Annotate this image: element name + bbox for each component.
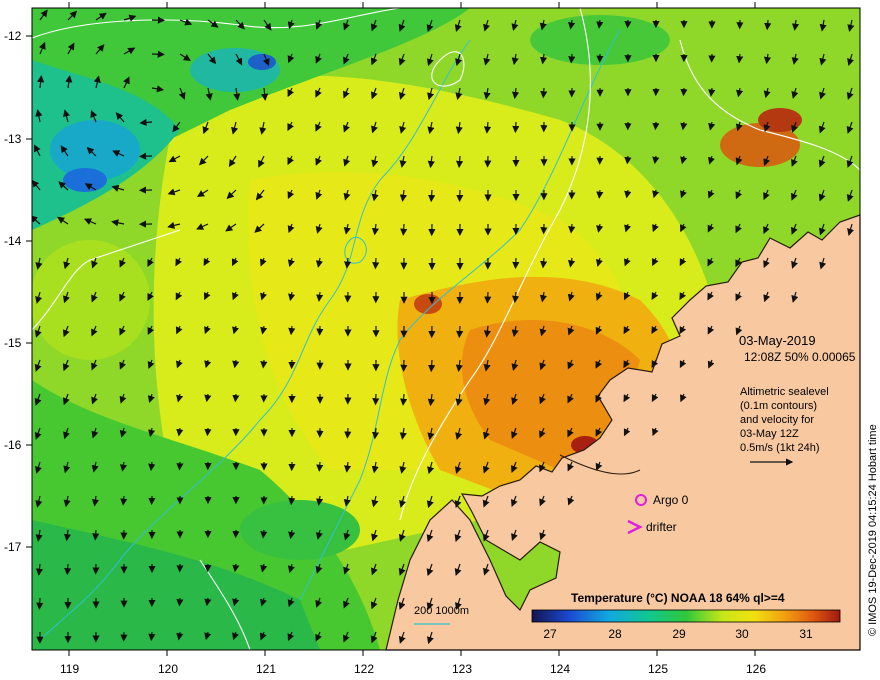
drifter-label: drifter xyxy=(646,520,677,534)
y-tick-label: -15 xyxy=(4,336,22,350)
velocity-arrow xyxy=(764,19,772,31)
velocity-arrow xyxy=(372,257,380,270)
y-tick-label: -13 xyxy=(4,132,22,146)
velocity-arrow xyxy=(568,53,576,64)
pass-info-label: 12:08Z 50% 0.00065 xyxy=(744,350,856,364)
x-tick-label: 119 xyxy=(60,662,80,676)
velocity-arrow xyxy=(680,87,688,97)
velocity-arrow xyxy=(151,50,165,58)
argo-label: Argo 0 xyxy=(653,493,689,507)
colorbar xyxy=(531,609,841,623)
bathymetry-legend-label: 200 1000m xyxy=(414,605,470,617)
colorbar-tick-label: 31 xyxy=(799,627,813,641)
y-tick-label: -14 xyxy=(4,234,22,248)
velocity-arrow xyxy=(652,121,660,131)
velocity-arrow xyxy=(540,87,548,99)
velocity-arrow xyxy=(36,597,44,610)
velocity-arrow xyxy=(316,461,324,472)
velocity-arrow xyxy=(400,223,408,236)
altimetry-line: 0.5m/s (1kt 24h) xyxy=(740,442,820,454)
altimetry-line: (0.1m contours) xyxy=(740,400,818,412)
x-tick-label: 123 xyxy=(452,662,473,676)
velocity-arrow xyxy=(92,529,100,541)
velocity-arrow xyxy=(148,631,156,642)
velocity-arrow xyxy=(484,291,492,304)
y-tick-label: -12 xyxy=(4,29,22,43)
x-tick-label: 126 xyxy=(746,662,767,676)
altimetry-line: Altimetric sealevel xyxy=(740,386,829,398)
velocity-arrow xyxy=(344,291,352,303)
colorbar-tick-label: 30 xyxy=(735,627,749,641)
x-tick-label: 120 xyxy=(158,662,179,676)
colorbar-tick-label: 27 xyxy=(543,627,557,641)
velocity-arrow xyxy=(512,257,520,270)
velocity-arrow xyxy=(344,427,352,439)
velocity-arrow xyxy=(428,189,436,203)
velocity-arrow xyxy=(204,427,212,437)
velocity-arrow xyxy=(428,359,436,373)
x-tick-label: 122 xyxy=(354,662,375,676)
velocity-arrow xyxy=(232,393,240,403)
y-tick-label: -16 xyxy=(4,438,22,452)
velocity-arrow xyxy=(372,393,380,406)
altimetry-line: 03-May 12Z xyxy=(740,428,799,440)
colorbar-title: Temperature (°C) NOAA 18 64% ql>=4 xyxy=(571,591,785,605)
velocity-arrow xyxy=(176,461,184,471)
velocity-arrow xyxy=(512,121,520,134)
velocity-arrow xyxy=(596,189,604,199)
date-label: 03-May-2019 xyxy=(739,333,816,348)
velocity-arrow xyxy=(260,359,268,369)
velocity-arrow xyxy=(624,155,632,165)
credit-label: © IMOS 19-Dec-2019 04:15:24 Hobart time xyxy=(867,424,879,636)
velocity-arrow xyxy=(64,563,72,576)
velocity-arrow xyxy=(176,597,184,607)
y-tick-label: -17 xyxy=(4,540,22,554)
velocity-arrow xyxy=(204,563,212,573)
x-tick-label: 124 xyxy=(550,662,571,676)
colorbar-tick-label: 28 xyxy=(608,627,622,641)
colorbar-tick-label: 29 xyxy=(672,627,686,641)
x-tick-label: 121 xyxy=(256,662,277,676)
velocity-arrow xyxy=(484,155,492,168)
altimetry-line: and velocity for xyxy=(740,414,814,426)
velocity-arrow xyxy=(456,325,464,339)
velocity-arrow xyxy=(288,495,296,506)
x-tick-label: 125 xyxy=(648,662,669,676)
